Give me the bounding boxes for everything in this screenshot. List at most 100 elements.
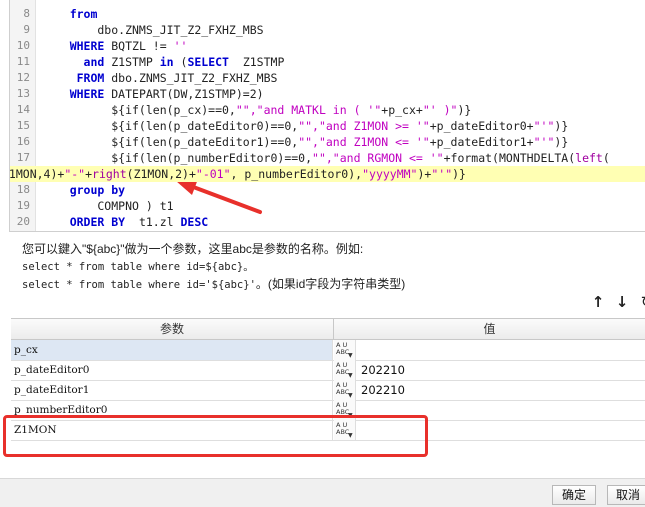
param-value-cell[interactable]: 202210 (361, 360, 645, 380)
move-down-button[interactable]: ↓ (613, 293, 631, 311)
code-text: Z1MON,4)+"-"+right(Z1MON,2)+"-01", p_num… (10, 166, 466, 182)
code-token: ${if(len(p_dateEditor0)==0, (42, 119, 299, 133)
code-line: Z1MON,4)+"-"+right(Z1MON,2)+"-01", p_num… (10, 166, 645, 182)
hint-line-3-note: 。(如果id字段为字符串类型) (255, 277, 406, 291)
line-number: 20 (16, 215, 30, 228)
chevron-down-icon: ▼ (348, 372, 353, 379)
code-text: ORDER BY t1.zl DESC (42, 214, 209, 230)
code-token: dbo.ZNMS_JIT_Z2_FXHZ_MBS (111, 71, 278, 85)
code-text: group by (42, 182, 125, 198)
code-token: +p_dateEditor1+ (429, 135, 534, 149)
code-token: left (575, 151, 603, 165)
parameter-hint: 您可以鍵入"${abc}"做为一个参数，这里abc是参数的名称。例如: sele… (22, 241, 622, 294)
hint-line-2: select * from table where id=${abc}。 (22, 261, 254, 273)
code-token: ${if(len(p_numberEditor0)==0, (42, 151, 313, 165)
code-token: group by (42, 183, 126, 197)
refresh-button[interactable]: ↻ (638, 293, 645, 311)
code-token: )+ (417, 167, 432, 181)
code-line: 17 ${if(len(p_numberEditor0)==0,"","and … (10, 150, 645, 166)
code-token: "","and RGMON <= '" (312, 151, 444, 165)
code-line: 9 dbo.ZNMS_JIT_Z2_FXHZ_MBS (10, 22, 645, 38)
line-number: 13 (16, 87, 30, 100)
code-line: 20 ORDER BY t1.zl DESC (10, 214, 645, 230)
code-token: WHERE (42, 39, 112, 53)
hint-line-3-code: select * from table where id='${abc}' (22, 279, 256, 291)
code-token: from (42, 7, 98, 21)
line-number: 11 (16, 55, 30, 68)
code-token: FROM (42, 71, 112, 85)
sql-editor[interactable]: 8 from 9 dbo.ZNMS_JIT_Z2_FXHZ_MBS 10 WHERE… (9, 0, 645, 232)
move-up-button[interactable]: ↑ (589, 293, 607, 311)
code-token: '' (173, 39, 188, 53)
line-number: 10 (16, 39, 30, 52)
line-number: 9 (23, 23, 30, 36)
code-text: FROM dbo.ZNMS_JIT_Z2_FXHZ_MBS (42, 70, 278, 86)
code-token: )} (554, 135, 569, 149)
code-token: )} (457, 103, 472, 117)
code-token: )} (452, 167, 466, 181)
code-token: t1.zl (138, 215, 181, 229)
code-token: BQTZL != (111, 39, 174, 53)
arrow-up-icon: ↑ (591, 293, 605, 311)
line-number: 12 (16, 71, 30, 84)
code-text: and Z1STMP in (SELECT Z1STMP (42, 54, 285, 70)
chevron-down-icon: ▼ (348, 392, 353, 399)
code-token: "","and Z1MON >= '" (298, 119, 430, 133)
line-number: 8 (23, 7, 30, 20)
code-token: "-01" (195, 167, 231, 181)
param-name-cell[interactable]: p_cx (11, 340, 333, 360)
param-type-button[interactable]: A U ABC ▼ (334, 380, 356, 400)
hint-line-1: 您可以鍵入"${abc}"做为一个参数，这里abc是参数的名称。例如: (22, 242, 364, 256)
chevron-down-icon: ▼ (348, 352, 353, 359)
red-highlight-annotation (3, 415, 428, 457)
code-line: 8 from (10, 6, 645, 22)
code-token: DATEPART(DW,Z1STMP)=2) (111, 87, 264, 101)
code-line: 12 FROM dbo.ZNMS_JIT_Z2_FXHZ_MBS (10, 70, 645, 86)
code-line: 16 ${if(len(p_dateEditor1)==0,"","and Z1… (10, 134, 645, 150)
code-token: Z1STMP (111, 55, 160, 69)
code-line: 11 and Z1STMP in (SELECT Z1STMP (10, 54, 645, 70)
code-text: dbo.ZNMS_JIT_Z2_FXHZ_MBS (42, 22, 263, 38)
code-token: "","and Z1MON <= '" (298, 135, 430, 149)
code-text: ${if(len(p_numberEditor0)==0,"","and RGM… (42, 150, 610, 166)
code-text: ${if(len(p_cx)==0,"","and MATKL in ( '"+… (42, 102, 471, 118)
code-token: ${if(len(p_dateEditor1)==0, (42, 135, 299, 149)
code-text: WHERE BQTZL != '' (42, 38, 188, 54)
code-token: + (85, 167, 93, 181)
param-value-cell[interactable] (361, 340, 645, 360)
code-token: Z1STMP (242, 55, 285, 69)
table-row[interactable]: p_cx A U ABC ▼ (11, 340, 645, 361)
code-token: right (92, 167, 127, 181)
code-line: 14 ${if(len(p_cx)==0,"","and MATKL in ( … (10, 102, 645, 118)
code-token: "'" (533, 135, 555, 149)
column-header-value[interactable]: 值 (334, 319, 645, 339)
code-token: ${if(len(p_cx)==0, (42, 103, 236, 117)
line-number: 18 (16, 183, 30, 196)
line-number: 15 (16, 119, 30, 132)
ok-button[interactable]: 确定 (552, 485, 596, 505)
code-token: +format(MONTHDELTA( (443, 151, 576, 165)
code-line: 15 ${if(len(p_dateEditor0)==0,"","and Z1… (10, 118, 645, 134)
refresh-icon: ↻ (641, 293, 645, 311)
param-name-cell[interactable]: p_dateEditor0 (11, 360, 333, 380)
cancel-button[interactable]: 取消 (607, 485, 645, 505)
code-token: "'" (431, 167, 453, 181)
code-line: 10 WHERE BQTZL != '' (10, 38, 645, 54)
column-header-name[interactable]: 参数 (11, 319, 334, 339)
dialog-footer: 确定 取消 (0, 478, 645, 507)
param-value-cell[interactable]: 202210 (361, 380, 645, 400)
code-text: WHERE DATEPART(DW,Z1STMP)=2) (42, 86, 264, 102)
code-token: and (42, 55, 112, 69)
code-token: DESC (180, 215, 209, 229)
table-row[interactable]: p_dateEditor0 A U ABC ▼ 202210 (11, 360, 645, 381)
param-name-cell[interactable]: p_dateEditor1 (11, 380, 333, 400)
table-row[interactable]: p_dateEditor1 A U ABC ▼ 202210 (11, 380, 645, 401)
line-number: 14 (16, 103, 30, 116)
code-token: "' )" (422, 103, 458, 117)
code-token: ORDER BY (42, 215, 139, 229)
param-type-button[interactable]: A U ABC ▼ (334, 360, 356, 380)
code-token: "'" (533, 119, 555, 133)
line-number: 16 (16, 135, 30, 148)
code-line: 19 COMPNO ) t1 (10, 198, 645, 214)
param-type-button[interactable]: A U ABC ▼ (334, 340, 356, 360)
